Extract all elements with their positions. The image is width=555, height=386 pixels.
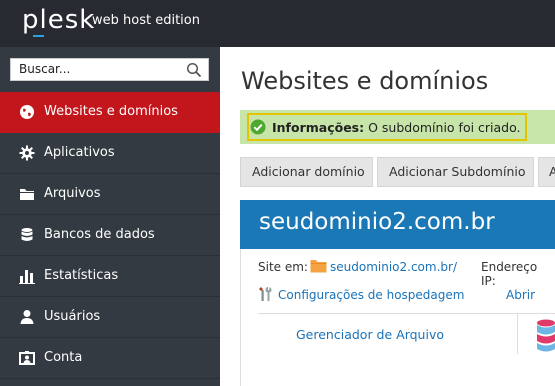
database-icon[interactable] bbox=[534, 316, 555, 354]
database-icon bbox=[21, 228, 33, 241]
sidebar-item-websites[interactable]: Websites e domínios bbox=[0, 92, 220, 133]
divider bbox=[258, 313, 555, 314]
sidebar: Buscar... Websites e domínios Aplicativo… bbox=[0, 47, 220, 386]
sidebar-item-aplicativos[interactable]: Aplicativos bbox=[0, 133, 220, 174]
user-icon bbox=[20, 310, 34, 324]
add-domain-button[interactable]: Adicionar domínio bbox=[240, 157, 373, 187]
vertical-divider bbox=[517, 314, 518, 354]
success-message: Informações: O subdomínio foi criado. bbox=[272, 120, 521, 135]
plesk-logo[interactable]: plesk bbox=[22, 5, 95, 35]
sidebar-item-label: Websites e domínios bbox=[44, 104, 178, 119]
file-manager-link[interactable]: Gerenciador de Arquivo bbox=[296, 327, 444, 342]
sidebar-item-label: Estatísticas bbox=[44, 268, 119, 283]
sidebar-item-label: Aplicativos bbox=[44, 145, 115, 160]
domain-name[interactable]: seudominio2.com.br bbox=[259, 209, 495, 235]
logo-accent bbox=[33, 35, 44, 37]
wrench-icon bbox=[259, 287, 272, 301]
page-title: Websites e domínios bbox=[241, 67, 489, 95]
sidebar-item-usuarios[interactable]: Usuários bbox=[0, 297, 220, 338]
folder-icon bbox=[20, 189, 34, 200]
account-icon bbox=[19, 351, 35, 365]
domain-header: seudominio2.com.br bbox=[240, 200, 555, 249]
check-circle-icon bbox=[250, 119, 266, 135]
message-label: Informações: bbox=[272, 120, 365, 135]
site-link[interactable]: seudominio2.com.br/ bbox=[330, 260, 457, 274]
gear-icon bbox=[19, 145, 35, 161]
sidebar-item-arquivos[interactable]: Arquivos bbox=[0, 174, 220, 215]
message-text: O subdomínio foi criado. bbox=[368, 120, 521, 135]
ip-label: Endereço IP: bbox=[481, 260, 538, 288]
add-subdomain-button[interactable]: Adicionar Subdomínio bbox=[377, 157, 534, 187]
open-link[interactable]: Abrir bbox=[506, 288, 535, 302]
bar-chart-icon bbox=[19, 270, 35, 284]
add-more-button[interactable]: Ad bbox=[538, 157, 555, 187]
sidebar-item-label: Usuários bbox=[44, 309, 101, 324]
globe-icon bbox=[20, 105, 34, 119]
site-label: Site em: bbox=[258, 260, 308, 274]
sidebar-item-estatisticas[interactable]: Estatísticas bbox=[0, 256, 220, 297]
search-placeholder: Buscar... bbox=[19, 62, 71, 76]
sidebar-item-label: Bancos de dados bbox=[44, 227, 155, 242]
search-input[interactable]: Buscar... bbox=[10, 58, 209, 81]
sidebar-item-conta[interactable]: Conta bbox=[0, 338, 220, 379]
edition-label: web host edition bbox=[92, 13, 200, 28]
search-icon[interactable] bbox=[186, 62, 202, 78]
folder-icon bbox=[310, 260, 327, 273]
hosting-settings-link[interactable]: Configurações de hospedagem bbox=[278, 288, 464, 302]
sidebar-item-label: Conta bbox=[44, 350, 83, 365]
top-bar: plesk web host edition bbox=[0, 0, 555, 47]
sidebar-item-label: Arquivos bbox=[44, 186, 101, 201]
sidebar-item-bancos[interactable]: Bancos de dados bbox=[0, 215, 220, 256]
